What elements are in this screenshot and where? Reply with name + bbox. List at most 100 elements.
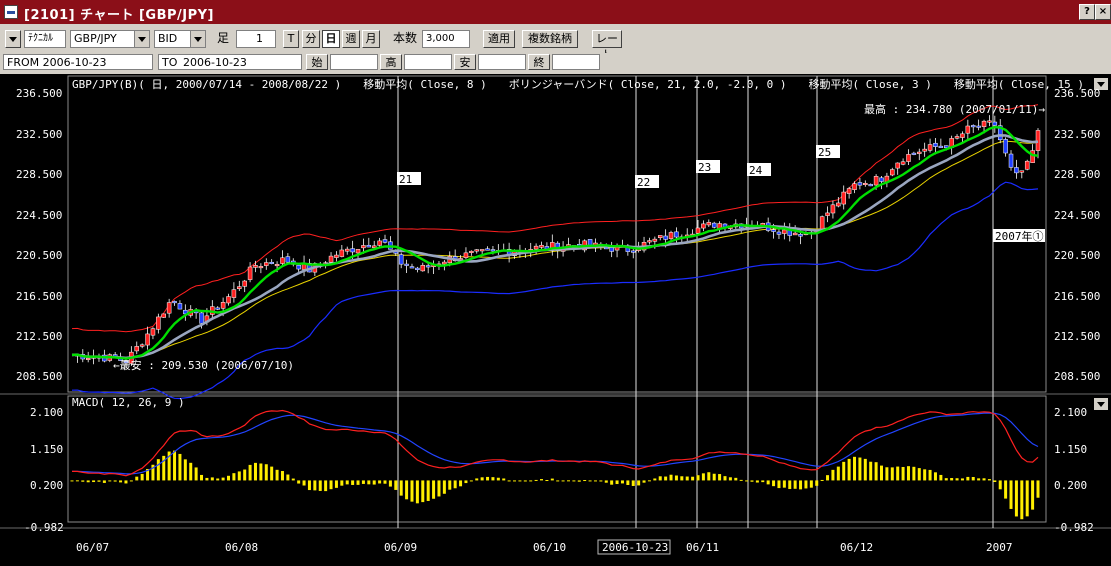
macd-histogram-bar — [923, 469, 927, 481]
macd-histogram-bar — [847, 458, 851, 481]
macd-histogram-bar — [718, 474, 722, 481]
y-tick: 208.500 — [1054, 370, 1100, 383]
y-tick: 0.200 — [1054, 479, 1087, 492]
candle-body — [361, 245, 366, 249]
macd-histogram-bar — [410, 480, 414, 502]
tick-button[interactable]: T — [283, 30, 299, 48]
range-bar: FROM 2006-10-23 TO 2006-10-23 始 高 安 終 — [0, 53, 1111, 71]
chart-svg[interactable]: 21 22 23 24 25 2007年① GBP/JPY(B)( 日, 2000/07/… — [0, 74, 1111, 562]
candle-body — [825, 212, 830, 216]
macd-histogram-bar — [728, 477, 732, 481]
macd-histogram-bar — [297, 480, 301, 484]
close-button[interactable]: × — [1095, 4, 1111, 20]
macd-histogram-bar — [253, 462, 257, 481]
y-tick: 0.200 — [30, 479, 63, 492]
candle-body — [404, 263, 409, 266]
chart-area[interactable]: 21 22 23 24 25 2007年① GBP/JPY(B)( 日, 2000/07/… — [0, 74, 1111, 562]
candle-body — [604, 247, 609, 250]
candle-body — [344, 248, 350, 252]
candle-body — [900, 161, 906, 165]
candle-body — [911, 152, 917, 155]
macd-histogram-bar — [960, 478, 964, 481]
ashi-input[interactable]: 1 — [236, 30, 276, 48]
macd-histogram-bar — [529, 480, 533, 482]
macd-histogram-bar — [259, 463, 263, 481]
day-button[interactable]: 日 — [322, 30, 340, 48]
macd-histogram-bar — [183, 459, 187, 481]
to-date-field[interactable]: 2006-10-23 — [180, 54, 302, 70]
price-panel-frame — [67, 75, 1047, 393]
candle-body — [868, 184, 873, 187]
macd-histogram-bar — [534, 479, 538, 481]
symbol-value: GBP/JPY — [74, 32, 117, 45]
candle-body — [382, 239, 388, 243]
candle-body — [782, 229, 787, 234]
macd-histogram-bar — [928, 469, 932, 481]
candle-body — [490, 249, 496, 252]
rate-button[interactable]: レート — [592, 30, 622, 61]
macd-panel-frame — [67, 395, 1047, 523]
macd-histogram-bar — [766, 480, 770, 485]
macd-histogram-bar — [831, 469, 835, 481]
help-button[interactable]: ? — [1079, 4, 1095, 20]
open-label: 始 — [306, 54, 328, 70]
count-label: 本数 — [393, 31, 418, 45]
count-input[interactable]: 3,000 — [422, 30, 470, 48]
macd-histogram-bar — [674, 475, 678, 481]
macd-histogram-bar — [383, 480, 387, 484]
macd-histogram-bar — [755, 480, 759, 483]
macd-histogram-bar — [1009, 480, 1013, 509]
toolbar: ﾃｸﾆｶﾙ GBP/JPY BID 足 1 T 分 日 週 月 本数 3,000… — [0, 27, 1111, 61]
candle-body — [253, 265, 258, 268]
macd-histogram-bar — [340, 480, 344, 486]
minute-button[interactable]: 分 — [302, 30, 320, 48]
from-date-field[interactable]: FROM 2006-10-23 — [3, 54, 153, 70]
macd-histogram-bar — [906, 466, 910, 481]
multi-symbol-button[interactable]: 複数銘柄 — [522, 30, 578, 48]
macd-histogram-bar — [1031, 480, 1035, 510]
macd-histogram-bar — [772, 480, 776, 487]
candle-body — [663, 235, 668, 240]
macd-histogram-bar — [194, 467, 198, 481]
candle-body — [792, 232, 798, 236]
price-type-select[interactable]: BID — [154, 30, 206, 48]
macd-histogram-bar — [610, 480, 614, 485]
candle-body — [258, 266, 264, 269]
price-y-axis-right: 236.500 232.500 228.500 224.500 220.500 … — [1054, 87, 1100, 383]
macd-histogram-bar — [566, 480, 570, 482]
y-tick: 228.500 — [16, 168, 62, 181]
week-button[interactable]: 週 — [342, 30, 360, 48]
ma8-line — [71, 125, 1039, 360]
macd-histogram-bar — [540, 479, 544, 481]
macd-histogram-bar — [302, 480, 306, 486]
symbol-select[interactable]: GBP/JPY — [70, 30, 150, 48]
cursor-date: 2006-10-23 — [602, 541, 668, 554]
technical-button[interactable]: ﾃｸﾆｶﾙ — [24, 30, 66, 48]
x-tick: 06/10 — [533, 541, 566, 554]
macd-histogram-bar — [437, 480, 441, 497]
macd-histogram-bar — [1036, 480, 1040, 498]
candle-body — [215, 307, 220, 310]
macd-histogram-bar — [745, 480, 749, 482]
candle-body — [1003, 139, 1008, 154]
candle-body — [954, 136, 960, 139]
apply-button[interactable]: 適用 — [483, 30, 515, 48]
x-tick: 06/12 — [840, 541, 873, 554]
candle-body — [226, 296, 231, 304]
macd-histogram-bar — [874, 462, 878, 481]
candle-body — [1030, 150, 1035, 163]
menu-dropdown-button[interactable] — [5, 30, 21, 48]
candle-body — [879, 177, 884, 182]
macd-histogram-bar — [572, 480, 576, 482]
macd-histogram-bar — [750, 480, 754, 482]
macd-histogram-bar — [593, 480, 597, 482]
candle-body — [269, 261, 274, 264]
macd-histogram-bar — [550, 478, 554, 481]
y-tick: 232.500 — [1054, 128, 1100, 141]
month-button[interactable]: 月 — [362, 30, 380, 48]
y-tick: 220.500 — [16, 249, 62, 262]
price-type-value: BID — [158, 32, 178, 45]
macd-histogram-bar — [405, 480, 409, 500]
macd-histogram-bar — [647, 480, 651, 482]
macd-histogram-bar — [890, 467, 894, 481]
